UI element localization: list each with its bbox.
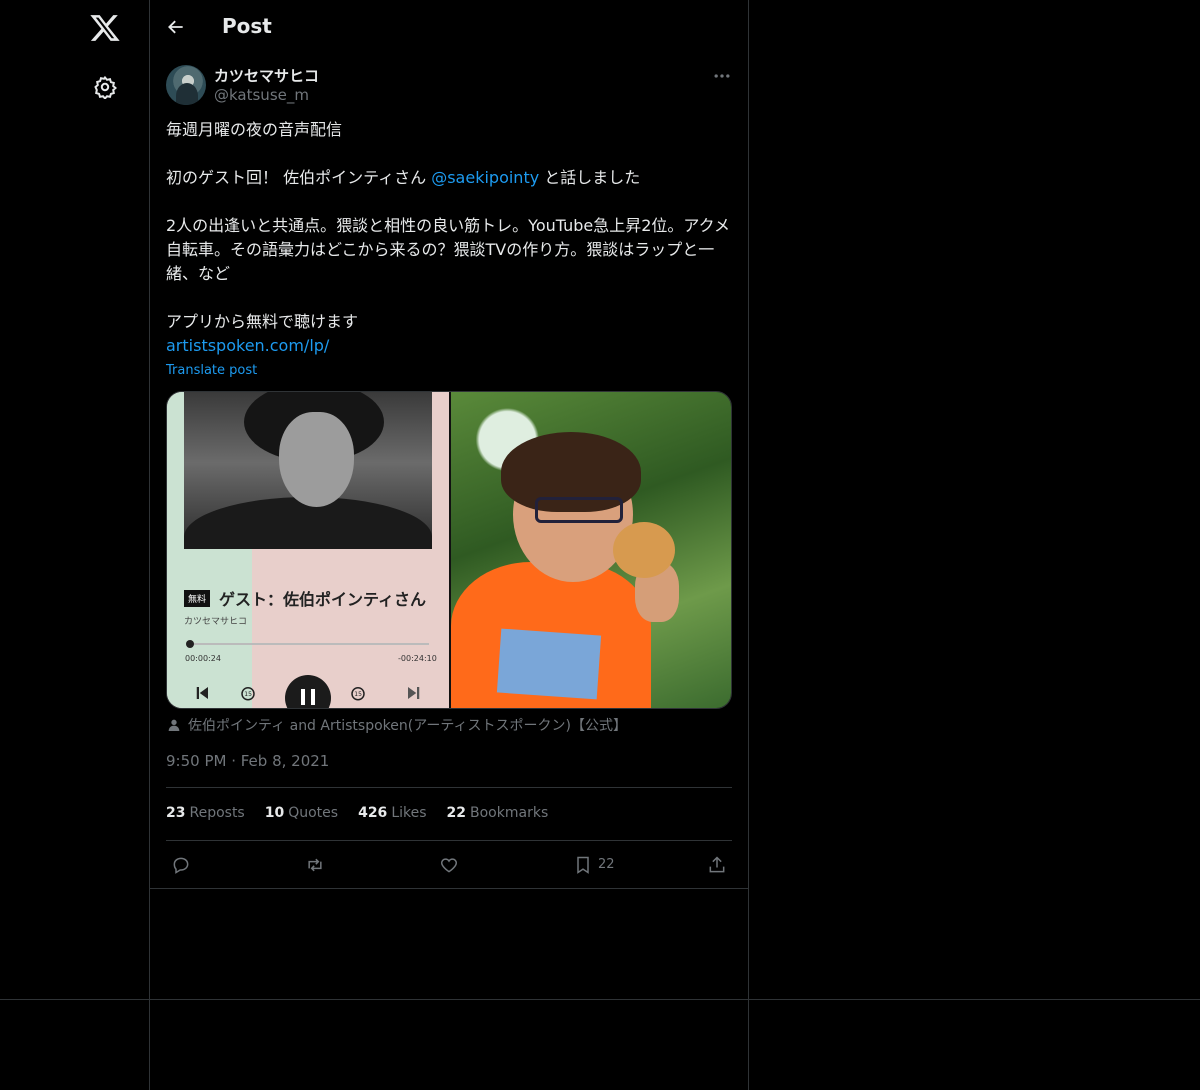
guest-title: ゲスト：佐伯ポインティさん <box>219 590 427 609</box>
translate-post-link[interactable]: Translate post <box>166 363 257 378</box>
more-icon[interactable] <box>712 66 732 86</box>
stats-row: 23 Reposts 10 Quotes 426 Likes 22 Bookmarks <box>166 805 548 821</box>
bookmark-count: 22 <box>598 857 615 872</box>
forward-15-icon: 15 <box>351 687 365 701</box>
media-grid: 無料 ゲスト：佐伯ポインティさん カツセマサヒコ 00:00:24 -00:24… <box>166 391 732 709</box>
repost-icon[interactable] <box>305 855 325 875</box>
artist-name: カツセマサヒコ <box>184 617 248 627</box>
person-icon <box>168 719 180 731</box>
stats-divider-top <box>166 787 732 788</box>
url-link[interactable]: artistspoken.com/lp/ <box>166 336 329 355</box>
share-icon[interactable] <box>707 855 727 875</box>
post-line: 毎週月曜の夜の音声配信 <box>166 120 343 139</box>
post-line: 初のゲスト回！ 佐伯ポインティさん @saekipointy と話しました <box>166 166 734 190</box>
page-title: Post <box>222 14 272 38</box>
mention-link[interactable]: @saekipointy <box>431 168 539 187</box>
time-remaining: -00:24:10 <box>398 654 437 663</box>
pause-icon <box>285 675 331 708</box>
svg-text:15: 15 <box>354 691 362 698</box>
gear-icon[interactable] <box>93 75 117 99</box>
post-line: 2人の出逢いと共通点。猥談と相性の良い筋トレ。YouTube急上昇2位。アクメ自… <box>166 216 730 283</box>
stats-divider-bottom <box>166 840 732 841</box>
reply-icon[interactable] <box>171 855 191 875</box>
skip-forward-icon <box>408 687 420 699</box>
progress-track <box>187 643 429 645</box>
free-badge: 無料 <box>184 590 211 607</box>
post-text: 毎週月曜の夜の音声配信 初のゲスト回！ 佐伯ポインティさん @saekipoin… <box>166 118 734 358</box>
likes-stat[interactable]: 426 Likes <box>358 805 426 821</box>
back-arrow-icon[interactable] <box>166 17 186 37</box>
avatar[interactable] <box>166 65 206 105</box>
progress-knob <box>186 640 194 648</box>
svg-text:15: 15 <box>244 691 252 698</box>
portrait-photo <box>184 392 432 549</box>
right-divider <box>748 0 749 1090</box>
media-image-photo[interactable] <box>451 392 731 708</box>
time-elapsed: 00:00:24 <box>185 654 221 663</box>
post-text-segment: と話しました <box>539 168 641 187</box>
bottom-divider <box>0 999 1200 1000</box>
x-logo-icon[interactable] <box>89 12 121 44</box>
media-image-player[interactable]: 無料 ゲスト：佐伯ポインティさん カツセマサヒコ 00:00:24 -00:24… <box>167 392 449 708</box>
post-timestamp[interactable]: 9:50 PM · Feb 8, 2021 <box>166 752 329 770</box>
credit-text: 佐伯ポインティ and Artistspoken(アーティストスポークン)【公式… <box>188 718 627 734</box>
post-line: アプリから無料で聴けます <box>166 312 359 331</box>
media-credit[interactable]: 佐伯ポインティ and Artistspoken(アーティストスポークン)【公式… <box>166 715 627 735</box>
app-frame: Post カツセマサヒコ @katsuse_m 毎週月曜の夜の音声配信 初のゲス… <box>0 0 1200 1090</box>
post-bottom-divider <box>149 888 749 889</box>
skip-back-icon <box>196 687 208 699</box>
post-text-segment: 初のゲスト回！ 佐伯ポインティさん <box>166 168 432 187</box>
quotes-stat[interactable]: 10 Quotes <box>265 805 338 821</box>
author-name[interactable]: カツセマサヒコ <box>214 65 319 86</box>
left-divider <box>149 0 150 1090</box>
like-icon[interactable] <box>439 855 459 875</box>
rewind-15-icon: 15 <box>241 687 255 701</box>
reposts-stat[interactable]: 23 Reposts <box>166 805 245 821</box>
author-handle[interactable]: @katsuse_m <box>214 86 309 104</box>
bookmark-icon[interactable] <box>573 855 593 875</box>
bookmarks-stat[interactable]: 22 Bookmarks <box>447 805 549 821</box>
